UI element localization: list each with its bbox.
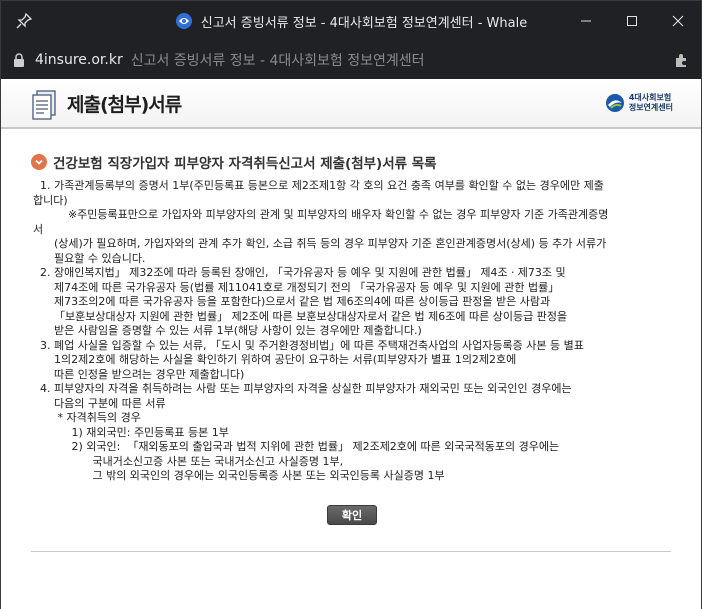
window-title: 신고서 증빙서류 정보 - 4대사회보험 정보연계센터 - Whale: [200, 15, 528, 31]
close-icon: [672, 15, 684, 27]
maximize-button[interactable]: [609, 1, 655, 41]
list-item: 합니다): [33, 193, 68, 207]
page-title: 제출(첨부)서류: [67, 94, 182, 116]
list-item: 1. 가족관계등록부의 증명서 1부(주민등록표 등본으로 제2조제1항 각 호…: [33, 179, 604, 192]
list-item: (상세)가 필요하며, 가입자와의 관계 추가 확인, 소급 취득 등의 경우 …: [33, 237, 607, 250]
lock-icon[interactable]: [13, 53, 25, 67]
maximize-icon: [627, 16, 637, 26]
list-item: 그 밖의 외국인의 경우에는 외국인등록증 사본 또는 외국인등록 사실증명 1…: [33, 469, 445, 482]
list-item: 서: [33, 222, 44, 236]
whale-logo-icon: [175, 13, 192, 29]
page-content: 제출(첨부)서류 4대사회보험 정보연계센터 건강보험 직장가입자 피부양자 자…: [1, 79, 701, 609]
section-title: 건강보험 직장가입자 피부양자 자격취득신고서 제출(첨부)서류 목록: [31, 152, 437, 172]
org-logo-icon: [605, 94, 624, 112]
confirm-button[interactable]: 확인: [327, 505, 377, 525]
list-item: ※주민등록표만으로 가입자와 피부양자의 관계 및 피부양자의 배우자 확인할 …: [33, 208, 609, 221]
document-list: 1. 가족관계등록부의 증명서 1부(주민등록표 등본으로 제2조제1항 각 호…: [33, 179, 673, 484]
address-domain: 4insure.or.kr: [35, 52, 123, 68]
org-name-line2: 정보연계센터: [628, 103, 673, 112]
close-button[interactable]: [655, 1, 701, 41]
list-item: 「보훈보상대상자 지원에 관한 법률」 제2조에 따른 보훈보상대상자로서 같은…: [33, 309, 568, 323]
title-bar: 신고서 증빙서류 정보 - 4대사회보험 정보연계센터 - Whale: [1, 1, 701, 41]
list-item: 4. 피부양자의 자격을 취득하려는 사람 또는 피부양자의 자격을 상실한 피…: [33, 382, 572, 395]
list-item: 1) 재외국민: 주민등록표 등본 1부: [33, 425, 229, 439]
section-title-text: 건강보험 직장가입자 피부양자 자격취득신고서 제출(첨부)서류 목록: [53, 156, 437, 172]
page-header: 제출(첨부)서류 4대사회보험 정보연계센터: [1, 79, 701, 129]
list-item: 제73조의2에 따른 국가유공자 등을 포함한다)으로서 같은 법 제6조의4에…: [33, 295, 551, 308]
list-item: 제74조에 따른 국가유공자 등(법률 제11041호로 개정되기 전의 「국가…: [33, 280, 560, 294]
address-bar[interactable]: 4insure.or.kr 신고서 증빙서류 정보 - 4대사회보험 정보연계센…: [1, 41, 701, 79]
list-item: 국내거소신고증 사본 또는 국내거소신고 사실증명 1부,: [33, 454, 344, 468]
list-item: 1의2제2호에 해당하는 사실을 확인하기 위하여 공단이 요구하는 서류(피부…: [33, 353, 517, 366]
list-item: 다음의 구분에 따른 서류: [33, 396, 166, 410]
minimize-button[interactable]: [563, 1, 609, 41]
address-page-title: 신고서 증빙서류 정보 - 4대사회보험 정보연계센터: [130, 53, 425, 69]
list-item: 받은 사람임을 증명할 수 있는 서류 1부(해당 사항이 있는 경우에만 제출…: [33, 324, 422, 337]
list-item: 필요할 수 있습니다.: [33, 251, 146, 265]
list-item: * 자격취득의 경우: [33, 411, 141, 424]
list-item: 2. 장애인복지법」 제32조에 따라 등록된 장애인, 「국가유공자 등 예우…: [33, 266, 566, 279]
extension-icon[interactable]: [673, 51, 691, 69]
list-item: 따른 인정을 받으려는 경우만 제출합니다): [33, 367, 245, 381]
browser-window: 신고서 증빙서류 정보 - 4대사회보험 정보연계센터 - Whale 4ins…: [0, 0, 702, 609]
document-icon: [32, 90, 56, 120]
org-logo: 4대사회보험 정보연계센터: [605, 93, 673, 113]
divider: [31, 551, 671, 552]
org-name-line1: 4대사회보험: [628, 93, 672, 102]
chevron-down-icon: [31, 154, 47, 170]
minimize-icon: [581, 20, 591, 22]
list-item: 2) 외국인: 「재외동포의 출입국과 법적 지위에 관한 법률」 제2조제2호…: [33, 440, 560, 453]
list-item: 3. 폐업 사실을 입증할 수 있는 서류, 「도시 및 주거환경정비법」에 따…: [33, 338, 584, 352]
